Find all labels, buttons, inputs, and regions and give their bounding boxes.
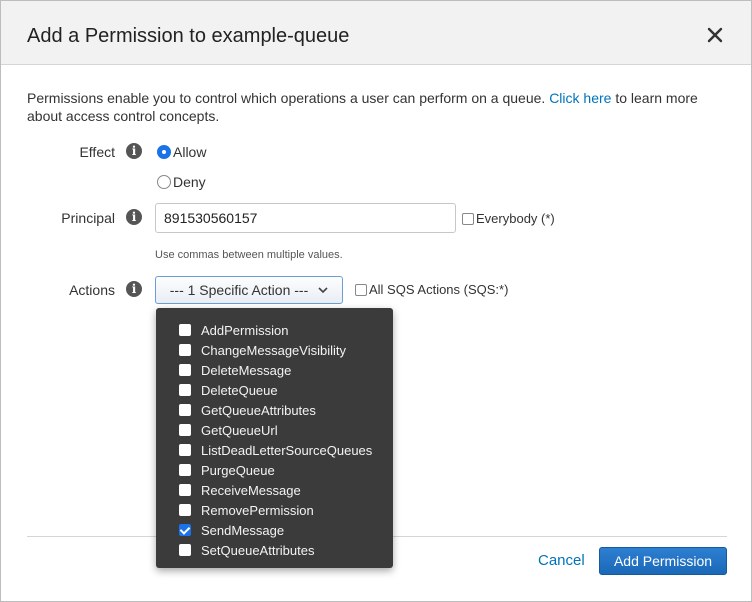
action-checkbox-checked[interactable]: [179, 524, 191, 536]
deny-radio[interactable]: [157, 175, 171, 189]
principal-input[interactable]: [155, 203, 456, 233]
all-sqs-actions-checkbox[interactable]: [355, 283, 367, 296]
action-checkbox[interactable]: [179, 324, 191, 336]
all-sqs-actions-option[interactable]: All SQS Actions (SQS:*): [355, 282, 508, 297]
principal-label: Principal: [61, 210, 115, 226]
action-label: DeleteMessage: [201, 362, 292, 378]
action-label: GetQueueAttributes: [201, 402, 316, 418]
add-permission-dialog: Add a Permission to example-queue Permis…: [0, 0, 752, 602]
principal-info-icon[interactable]: i: [126, 209, 142, 225]
all-sqs-actions-label: All SQS Actions (SQS:*): [369, 282, 509, 297]
action-checkbox[interactable]: [179, 424, 191, 436]
add-permission-button[interactable]: Add Permission: [599, 547, 727, 575]
action-item-sendmessage[interactable]: SendMessage: [156, 520, 393, 540]
action-label: GetQueueUrl: [201, 422, 278, 438]
action-label: SetQueueAttributes: [201, 542, 315, 558]
action-checkbox[interactable]: [179, 384, 191, 396]
allow-radio[interactable]: [157, 145, 171, 159]
action-label: PurgeQueue: [201, 462, 275, 478]
actions-info-icon[interactable]: i: [126, 281, 142, 297]
action-label: SendMessage: [201, 522, 285, 538]
deny-label: Deny: [173, 174, 206, 190]
actions-select[interactable]: --- 1 Specific Action ---: [155, 276, 343, 304]
allow-label: Allow: [173, 144, 207, 160]
everybody-option[interactable]: Everybody (*): [462, 211, 555, 226]
action-checkbox[interactable]: [179, 544, 191, 556]
action-checkbox[interactable]: [179, 504, 191, 516]
action-item-deletequeue[interactable]: DeleteQueue: [156, 380, 393, 400]
effect-label: Effect: [79, 144, 115, 160]
actions-select-label: --- 1 Specific Action ---: [169, 282, 309, 298]
dialog-title: Add a Permission to example-queue: [27, 25, 350, 47]
learn-more-link[interactable]: Click here: [549, 90, 611, 106]
effect-deny-option[interactable]: Deny: [157, 174, 206, 190]
action-label: AddPermission: [201, 322, 289, 338]
intro-text-main: Permissions enable you to control which …: [27, 90, 546, 106]
action-item-setqueueattributes[interactable]: SetQueueAttributes: [156, 540, 393, 560]
principal-hint: Use commas between multiple values.: [155, 249, 343, 261]
action-checkbox[interactable]: [179, 344, 191, 356]
action-item-removepermission[interactable]: RemovePermission: [156, 500, 393, 520]
dialog-header: Add a Permission to example-queue: [1, 1, 751, 65]
action-label: ReceiveMessage: [201, 482, 301, 498]
actions-label: Actions: [69, 282, 115, 298]
action-checkbox[interactable]: [179, 464, 191, 476]
everybody-label: Everybody (*): [476, 211, 555, 226]
cancel-button[interactable]: Cancel: [538, 552, 585, 569]
action-label: DeleteQueue: [201, 382, 278, 398]
action-item-listdeadlettersourcequeues[interactable]: ListDeadLetterSourceQueues: [156, 440, 393, 460]
action-label: ListDeadLetterSourceQueues: [201, 442, 373, 458]
action-item-changemessagevisibility[interactable]: ChangeMessageVisibility: [156, 340, 393, 360]
action-checkbox[interactable]: [179, 444, 191, 456]
action-label: ChangeMessageVisibility: [201, 342, 347, 358]
action-item-getqueueurl[interactable]: GetQueueUrl: [156, 420, 393, 440]
everybody-checkbox[interactable]: [462, 212, 474, 225]
action-item-purgequeue[interactable]: PurgeQueue: [156, 460, 393, 480]
action-checkbox[interactable]: [179, 484, 191, 496]
action-checkbox[interactable]: [179, 364, 191, 376]
close-icon[interactable]: [705, 25, 725, 45]
action-item-getqueueattributes[interactable]: GetQueueAttributes: [156, 400, 393, 420]
action-item-receivemessage[interactable]: ReceiveMessage: [156, 480, 393, 500]
intro-text: Permissions enable you to control which …: [27, 89, 727, 125]
action-item-deletemessage[interactable]: DeleteMessage: [156, 360, 393, 380]
actions-dropdown-menu: AddPermission ChangeMessageVisibility De…: [156, 308, 393, 568]
action-checkbox[interactable]: [179, 404, 191, 416]
effect-allow-option[interactable]: Allow: [157, 144, 206, 160]
chevron-down-icon: [318, 287, 328, 294]
effect-info-icon[interactable]: i: [126, 143, 142, 159]
action-label: RemovePermission: [201, 502, 314, 518]
action-item-addpermission[interactable]: AddPermission: [156, 320, 393, 340]
